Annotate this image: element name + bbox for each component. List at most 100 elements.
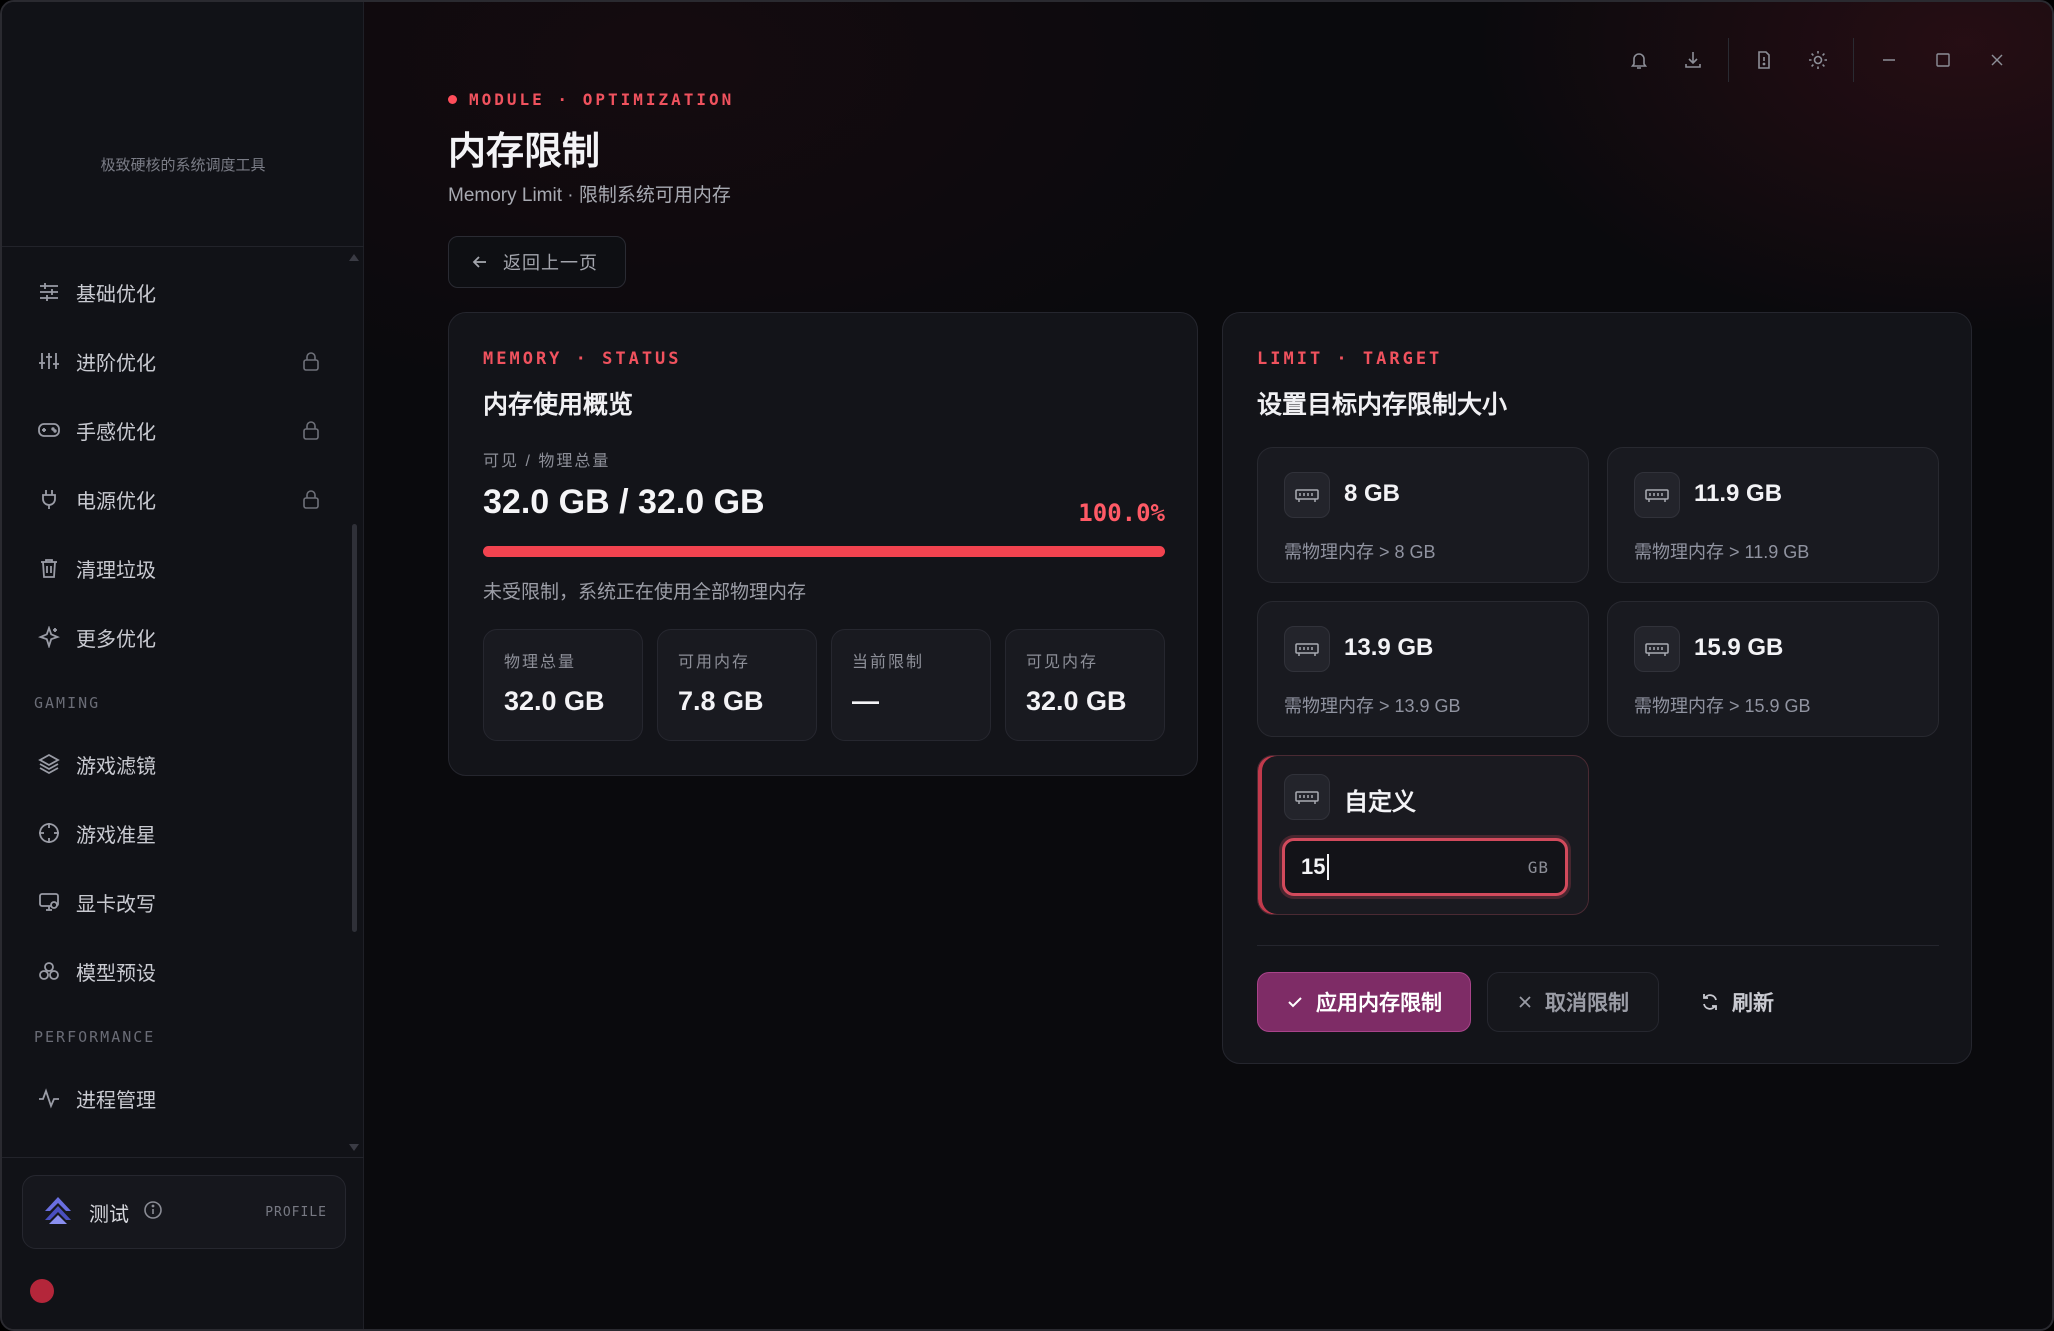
cancel-limit-button[interactable]: 取消限制 — [1487, 972, 1659, 1032]
page-subtitle: Memory Limit · 限制系统可用内存 — [448, 185, 731, 206]
sun-icon — [1809, 51, 1827, 69]
sidebar-divider — [2, 246, 364, 247]
stat-label: 当前限制 — [852, 654, 925, 671]
stat-value: 32.0 GB — [504, 686, 605, 716]
sidebar-item-label: 进程管理 — [76, 1089, 156, 1112]
sidebar-scrollbar[interactable] — [349, 254, 359, 1154]
profile-card[interactable]: 测试 PROFILE — [22, 1175, 346, 1249]
minimize-button[interactable] — [1862, 42, 1916, 78]
limit-option-13-9gb[interactable]: 13.9 GB 需物理内存 > 13.9 GB — [1257, 601, 1589, 737]
limit-option-size: 15.9 GB — [1694, 634, 1784, 661]
equalizer-icon — [36, 348, 62, 374]
sidebar-item-crosshair[interactable]: 游戏准星 — [22, 805, 332, 861]
sidebar-item-label: 清理垃圾 — [76, 559, 156, 582]
limit-option-custom[interactable]: 自定义 15 GB — [1257, 755, 1589, 915]
card-title: 内存使用概览 — [483, 391, 634, 419]
eyebrow-dot — [448, 95, 457, 104]
arrow-left-icon — [472, 256, 486, 268]
activity-icon — [36, 1085, 62, 1111]
refresh-button[interactable]: 刷新 — [1675, 972, 1799, 1032]
sidebar-item-process[interactable]: 进程管理 — [22, 1070, 332, 1126]
stat-label: 可见内存 — [1026, 654, 1099, 671]
notification-bell-button[interactable] — [1612, 42, 1666, 78]
lock-icon — [302, 420, 320, 445]
stat-physical-total: 物理总量 32.0 GB — [483, 629, 643, 741]
usage-progress-bar — [483, 546, 1165, 557]
sidebar-item-clean[interactable]: 清理垃圾 — [22, 540, 332, 596]
visible-memory-label: 可见 / 物理总量 — [483, 453, 611, 470]
memory-status-card: MEMORY · STATUS 内存使用概览 可见 / 物理总量 32.0 GB… — [448, 312, 1198, 776]
limit-option-requirement: 需物理内存 > 11.9 GB — [1634, 542, 1810, 562]
sidebar-item-label: 更多优化 — [76, 628, 156, 651]
sidebar-item-game-filter[interactable]: 游戏滤镜 — [22, 736, 332, 792]
back-button[interactable]: 返回上一页 — [448, 236, 626, 288]
trash-icon — [36, 555, 62, 581]
memory-chip-icon — [1284, 472, 1330, 518]
card-title: 设置目标内存限制大小 — [1257, 391, 1508, 419]
bell-icon — [1630, 53, 1648, 69]
apply-limit-label: 应用内存限制 — [1316, 992, 1442, 1015]
stat-value: — — [852, 686, 879, 716]
custom-size-value[interactable]: 15 — [1301, 854, 1325, 880]
download-button[interactable] — [1666, 42, 1720, 78]
card-eyebrow: LIMIT · TARGET — [1257, 349, 1443, 369]
status-note: 未受限制，系统正在使用全部物理内存 — [483, 582, 807, 603]
scroll-up-arrow-icon[interactable] — [349, 254, 359, 261]
refresh-label: 刷新 — [1732, 992, 1774, 1015]
sidebar-item-power[interactable]: 电源优化 — [22, 471, 332, 527]
profile-tag: PROFILE — [265, 1204, 327, 1220]
memory-chip-icon — [1634, 626, 1680, 672]
sidebar-item-label: 游戏滤镜 — [76, 755, 156, 778]
close-button[interactable] — [1970, 42, 2024, 78]
cubes-icon — [36, 958, 62, 984]
sidebar-divider — [2, 1157, 364, 1158]
refresh-icon — [1703, 994, 1717, 1010]
sidebar-item-label: 显卡改写 — [76, 893, 156, 916]
stat-label: 可用内存 — [678, 654, 751, 671]
stat-visible: 可见内存 32.0 GB — [1005, 629, 1165, 741]
maximize-button[interactable] — [1916, 42, 1970, 78]
visible-memory-value: 32.0 GB / 32.0 GB — [483, 483, 765, 521]
limit-option-8gb[interactable]: 8 GB 需物理内存 > 8 GB — [1257, 447, 1589, 583]
toolbar-divider — [1853, 38, 1854, 82]
check-icon — [1288, 997, 1302, 1008]
profile-name: 测试 — [89, 1203, 129, 1226]
maximize-icon — [1936, 53, 1950, 67]
custom-size-input[interactable]: 15 GB — [1282, 838, 1568, 896]
layers-icon — [36, 751, 62, 777]
limit-option-size: 11.9 GB — [1694, 480, 1783, 507]
sidebar-item-label: 电源优化 — [76, 490, 156, 513]
sidebar-item-more[interactable]: 更多优化 — [22, 609, 332, 665]
sidebar-item-model-preset[interactable]: 模型预设 — [22, 943, 332, 999]
usage-progress-fill — [483, 546, 1165, 557]
limit-option-15-9gb[interactable]: 15.9 GB 需物理内存 > 15.9 GB — [1607, 601, 1939, 737]
main-content: MODULE · OPTIMIZATION 内存限制 Memory Limit … — [364, 2, 2052, 1329]
sidebar-item-advanced[interactable]: 进阶优化 — [22, 333, 332, 389]
scroll-thumb[interactable] — [352, 524, 357, 932]
sidebar-item-basic[interactable]: 基础优化 — [22, 264, 332, 320]
report-button[interactable] — [1737, 42, 1791, 78]
text-caret — [1327, 854, 1330, 880]
minimize-icon — [1883, 59, 1895, 61]
sidebar-item-gpu[interactable]: 显卡改写 — [22, 874, 332, 930]
app-tagline: 极致硬核的系统调度工具 — [100, 157, 266, 174]
sidebar-item-feel[interactable]: 手感优化 — [22, 402, 332, 458]
lock-icon — [302, 351, 320, 376]
app-window: 极致硬核的系统调度工具 基础优化 进阶优化 手感优化 电源优化 清理垃圾 更多优… — [0, 0, 2054, 1331]
close-icon — [1991, 54, 2003, 66]
module-eyebrow-text: MODULE · OPTIMIZATION — [469, 90, 735, 109]
limit-option-11-9gb[interactable]: 11.9 GB 需物理内存 > 11.9 GB — [1607, 447, 1939, 583]
card-eyebrow: MEMORY · STATUS — [483, 349, 682, 369]
crosshair-icon — [36, 820, 62, 846]
info-icon[interactable] — [143, 1200, 163, 1225]
custom-option-label: 自定义 — [1344, 789, 1416, 816]
plug-icon — [36, 486, 62, 512]
usage-percent: 100.0% — [1078, 499, 1165, 527]
section-label-performance: PERFORMANCE — [34, 1028, 156, 1046]
sidebar-item-label: 模型预设 — [76, 962, 156, 985]
theme-toggle-button[interactable] — [1791, 42, 1845, 78]
sidebar-item-label: 手感优化 — [76, 421, 156, 444]
apply-limit-button[interactable]: 应用内存限制 — [1257, 972, 1471, 1032]
scroll-down-arrow-icon[interactable] — [349, 1144, 359, 1151]
page-title: 内存限制 — [448, 131, 601, 173]
